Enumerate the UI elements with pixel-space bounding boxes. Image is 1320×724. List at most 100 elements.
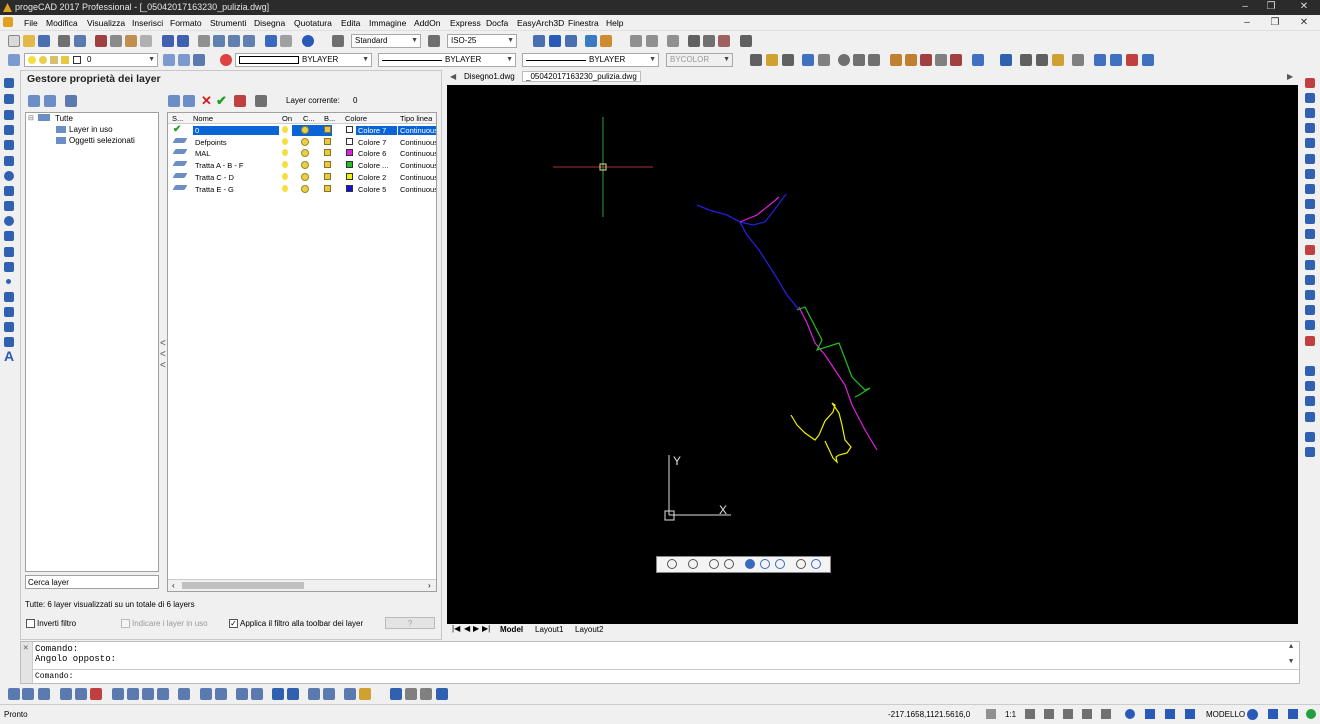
zoom-in-icon[interactable] xyxy=(709,559,719,569)
view-top-icon[interactable] xyxy=(272,688,284,700)
snap-quadrant-icon[interactable] xyxy=(75,688,87,700)
minimize-icon[interactable]: – xyxy=(1238,1,1252,13)
col-lock[interactable]: B... xyxy=(324,114,336,123)
layer-state-icon[interactable] xyxy=(193,54,205,66)
snap-extension-icon[interactable] xyxy=(215,688,227,700)
view-iso-icon[interactable] xyxy=(344,688,356,700)
copy-object-icon[interactable] xyxy=(1305,93,1315,103)
snap-perpendicular-icon[interactable] xyxy=(127,688,139,700)
layer-match-icon[interactable] xyxy=(1305,432,1315,442)
apply-filter-checkbox[interactable]: ✓ xyxy=(229,619,238,628)
new-icon[interactable] xyxy=(8,35,20,47)
render-icon[interactable] xyxy=(1126,54,1138,66)
shade-icon[interactable] xyxy=(1142,54,1154,66)
sun-thaw-icon[interactable] xyxy=(301,161,309,170)
xline-icon[interactable] xyxy=(782,54,794,66)
status-scale[interactable]: 1:1 xyxy=(1005,710,1016,719)
bulb-on-icon[interactable] xyxy=(282,149,288,157)
color-swatch-icon[interactable] xyxy=(346,137,353,145)
zoom-realtime-icon[interactable] xyxy=(667,559,677,569)
layer-combo[interactable]: 0 ▼ xyxy=(24,53,158,67)
ortho-icon[interactable] xyxy=(600,35,612,47)
layer-linetype[interactable]: Continuous xyxy=(398,173,436,182)
layer-linetype[interactable]: Continuous xyxy=(398,149,436,158)
pencil-icon[interactable] xyxy=(766,54,778,66)
cloud-icon[interactable] xyxy=(4,186,14,196)
layout-nav-last-icon[interactable]: ▶| xyxy=(482,624,490,633)
layer-states-icon[interactable] xyxy=(65,95,77,107)
view-right-icon[interactable] xyxy=(323,688,335,700)
collapse-icon[interactable]: ⊟ xyxy=(28,114,34,122)
command-input[interactable]: Comando: xyxy=(33,669,1299,683)
dynamic-input-icon[interactable] xyxy=(1185,709,1195,719)
view-left-icon[interactable] xyxy=(308,688,320,700)
clean-screen-icon[interactable] xyxy=(1288,709,1298,719)
snap-insertion-icon[interactable] xyxy=(112,688,124,700)
layer-walk-icon[interactable] xyxy=(234,95,246,107)
new-layer-frozen-icon[interactable] xyxy=(183,95,195,107)
spline-icon[interactable] xyxy=(4,201,14,211)
break-icon[interactable] xyxy=(1305,245,1315,255)
col-freeze[interactable]: C... xyxy=(303,114,315,123)
status-model-mode[interactable]: MODELLO xyxy=(1206,710,1245,719)
text-style-combo[interactable]: Standard ▼ xyxy=(351,34,421,48)
menu-finestra[interactable]: Finestra xyxy=(568,18,599,28)
menu-strumenti[interactable]: Strumenti xyxy=(210,18,246,28)
help-button[interactable]: ? xyxy=(385,617,435,629)
make-current-layer-icon[interactable] xyxy=(163,54,175,66)
delete-layer-icon[interactable]: ✕ xyxy=(201,93,212,109)
print-preview-icon[interactable] xyxy=(74,35,86,47)
otrack-toggle-icon[interactable] xyxy=(1125,709,1135,719)
point-icon[interactable] xyxy=(6,279,11,284)
trim-object-icon[interactable] xyxy=(1305,229,1315,239)
array-icon[interactable] xyxy=(890,54,902,66)
color-swatch-icon[interactable] xyxy=(346,149,353,157)
mirror-icon[interactable] xyxy=(905,54,917,66)
hatch-icon[interactable] xyxy=(818,54,830,66)
gradient-icon[interactable] xyxy=(4,307,14,317)
plotstyle-combo[interactable]: BYCOLOR ▼ xyxy=(666,53,733,67)
layout-nav-next-icon[interactable]: ▶ xyxy=(473,624,479,633)
zoom-realtime-icon[interactable] xyxy=(213,35,225,47)
lweight-toggle-icon[interactable] xyxy=(1145,709,1155,719)
paste-icon[interactable] xyxy=(125,35,137,47)
snap-nearest-icon[interactable] xyxy=(157,688,169,700)
explode-object-icon[interactable] xyxy=(1305,336,1315,346)
edit-spline-icon[interactable] xyxy=(1305,320,1315,330)
new-filter-icon[interactable] xyxy=(28,95,40,107)
scroll-right-icon[interactable]: › xyxy=(428,581,431,590)
mirror-object-icon[interactable] xyxy=(1305,108,1315,118)
zoom-all-icon[interactable] xyxy=(745,559,755,569)
rotate-icon[interactable] xyxy=(1305,169,1315,179)
undo-icon[interactable] xyxy=(162,35,174,47)
tab-layout1[interactable]: Layout1 xyxy=(535,625,563,634)
snap-settings-icon[interactable] xyxy=(630,35,642,47)
ucs-3point-icon[interactable] xyxy=(436,688,448,700)
polar-toggle-icon[interactable] xyxy=(1082,709,1092,719)
layer-name[interactable]: Tratta E - G xyxy=(193,185,279,194)
menu-formato[interactable]: Formato xyxy=(170,18,202,28)
layer-row[interactable]: Tratta C - D Colore 2 Continuous xyxy=(168,172,436,184)
table-icon[interactable] xyxy=(4,337,14,347)
layer-name[interactable]: Defpoints xyxy=(193,138,279,147)
grid-settings-icon[interactable] xyxy=(646,35,658,47)
close-icon[interactable]: ✕ xyxy=(1297,1,1311,13)
edit-polyline-icon[interactable] xyxy=(1305,305,1315,315)
layer-freeze-icon[interactable] xyxy=(1305,396,1315,406)
layout-nav-first-icon[interactable]: |◀ xyxy=(452,624,460,633)
tabs-scroll-left-icon[interactable]: ◀ xyxy=(450,72,456,81)
layer-name[interactable]: MAL xyxy=(193,149,279,158)
text-style-icon[interactable] xyxy=(332,35,344,47)
redo-icon[interactable] xyxy=(177,35,189,47)
trim-icon[interactable] xyxy=(950,54,962,66)
cut-icon[interactable] xyxy=(95,35,107,47)
move-icon[interactable] xyxy=(1305,154,1315,164)
menu-file[interactable]: File xyxy=(24,18,38,28)
grid-toggle-icon[interactable] xyxy=(1044,709,1054,719)
col-status[interactable]: S... xyxy=(172,114,184,123)
polyline-icon[interactable] xyxy=(4,94,14,104)
zoom-previous-icon[interactable] xyxy=(688,559,698,569)
lock-open-icon[interactable] xyxy=(324,126,331,133)
doc-close-icon[interactable]: ✕ xyxy=(1297,17,1311,29)
settings-gear-icon[interactable] xyxy=(1247,709,1258,720)
